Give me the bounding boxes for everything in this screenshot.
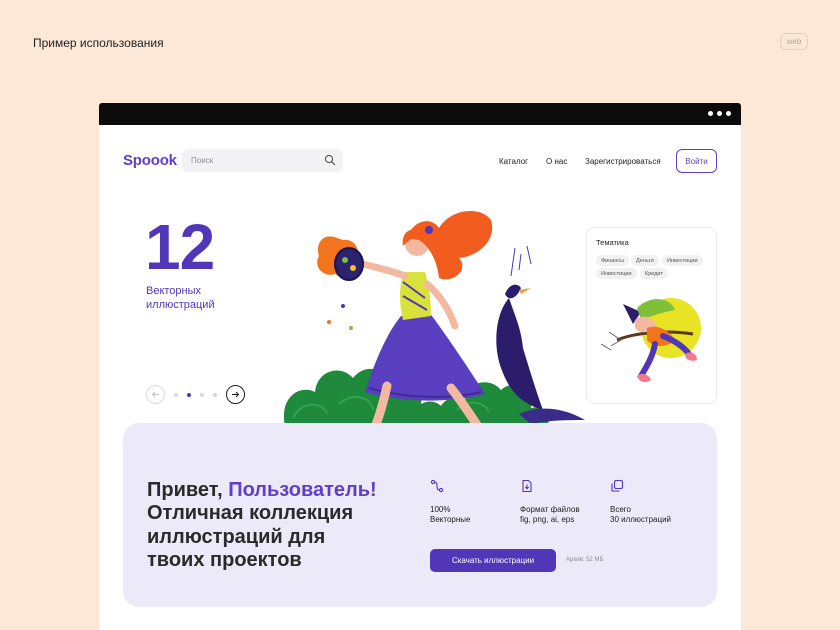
feature-total: Всего 30 иллюстраций [610,479,700,526]
feature-total-line2: 30 иллюстраций [610,515,672,525]
site-header: Spoook Поиск Каталог О нас Зарегистриров… [123,149,717,173]
arrow-right-icon [232,391,240,398]
feature-formats: Формат файлов fig, png, ai, eps [520,479,610,526]
browser-title-bar [99,103,741,125]
archive-size: Архив: 52 МБ [566,557,604,563]
search-input[interactable]: Поиск [182,149,343,172]
search-icon[interactable] [324,154,336,166]
illustration-count-label: Векторных иллюстраций [146,285,215,312]
arrow-left-icon [151,391,159,398]
tag-credit[interactable]: Кредит [640,268,669,279]
nav-about[interactable]: О нас [546,157,567,166]
tag-investments[interactable]: Инвестиции [662,255,703,266]
illustration-count: 12 [145,211,215,283]
file-download-icon [522,479,532,493]
slider-dot[interactable] [174,393,178,397]
user-name: Пользователь! [228,479,377,501]
web-badge: web [780,33,808,50]
tag-investments-2[interactable]: Инвестиции [596,268,637,279]
feature-formats-line2: fig, png, ai, eps [520,515,575,525]
greeting-text: Привет, [147,479,229,501]
promo-heading: Привет, Пользователь! Отличная коллекция … [147,479,387,573]
nav-catalog[interactable]: Каталог [499,157,528,166]
feature-formats-line1: Формат файлов [520,505,580,514]
browser-window: Spoook Поиск Каталог О нас Зарегистриров… [99,103,741,630]
slider-next-button[interactable] [226,385,245,404]
witch-illustration [600,298,701,383]
feature-vector: 100% Векторные [430,479,520,526]
vector-icon [430,479,444,493]
page-caption: Пример использования [33,36,164,50]
slider-dot[interactable] [213,393,217,397]
nav-register[interactable]: Зарегистрироваться [585,157,661,166]
slider-prev-button[interactable] [146,385,165,404]
search-placeholder: Поиск [191,156,214,165]
site-logo[interactable]: Spoook [123,152,177,169]
tag-money[interactable]: Деньги [631,255,659,266]
feature-total-line1: Всего [610,505,631,514]
download-button[interactable]: Скачать иллюстрации [430,549,556,572]
theme-card[interactable]: Тематика Финансы Деньги Инвестиции Инвес… [586,227,717,404]
copy-icon [611,479,624,492]
login-button[interactable]: Войти [676,149,717,173]
window-menu-dots[interactable] [708,111,731,116]
slider-dot[interactable] [200,393,204,397]
feature-vector-line1: 100% [430,505,451,514]
promo-section: Привет, Пользователь! Отличная коллекция … [123,423,717,607]
promo-heading-rest: Отличная коллекция иллюстраций для твоих… [147,502,354,572]
tag-finance[interactable]: Финансы [596,255,630,266]
feature-vector-line2: Векторные [430,515,471,525]
slider-dot-active[interactable] [187,393,191,397]
theme-card-title: Тематика [596,238,629,247]
